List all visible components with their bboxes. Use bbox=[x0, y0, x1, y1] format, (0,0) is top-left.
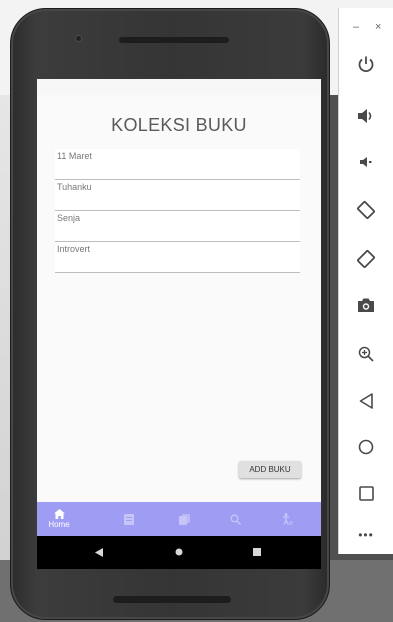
back-icon bbox=[359, 393, 373, 409]
library-icon bbox=[178, 513, 190, 525]
book-title: Tuhanku bbox=[57, 182, 92, 192]
volume-down-icon bbox=[360, 157, 372, 167]
nav-item-search[interactable] bbox=[215, 502, 255, 536]
book-icon bbox=[124, 513, 134, 525]
rotate-left-icon bbox=[357, 201, 375, 219]
rotate-left-button[interactable] bbox=[353, 197, 379, 223]
nav-item-home-label: Home bbox=[48, 520, 70, 529]
back-button[interactable] bbox=[353, 388, 379, 414]
minimize-button[interactable]: – bbox=[353, 22, 359, 33]
overview-icon bbox=[358, 485, 374, 501]
bottom-navigation: Home bbox=[37, 502, 321, 536]
nav-item-library[interactable] bbox=[164, 502, 204, 536]
home-dot-icon[interactable] bbox=[175, 548, 183, 556]
overview-button[interactable] bbox=[353, 480, 379, 506]
nav-item-home[interactable]: Home bbox=[39, 502, 79, 536]
phone-device-frame: KOLEKSI BUKU 11 Maret Tuhanku Senja Intr… bbox=[10, 8, 330, 620]
screenshot-button[interactable] bbox=[353, 292, 379, 318]
camera-icon bbox=[358, 298, 374, 312]
search-icon bbox=[230, 514, 241, 525]
book-list-item[interactable]: Tuhanku bbox=[55, 180, 300, 211]
accessibility-icon bbox=[283, 513, 293, 525]
front-camera bbox=[75, 35, 82, 42]
book-title: Introvert bbox=[57, 244, 91, 254]
zoom-icon bbox=[358, 346, 374, 362]
rotate-right-button[interactable] bbox=[353, 246, 379, 272]
nav-item-books[interactable] bbox=[109, 502, 149, 536]
home-icon bbox=[53, 509, 65, 519]
book-list-item[interactable]: Introvert bbox=[55, 242, 300, 273]
volume-up-button[interactable] bbox=[353, 103, 379, 129]
book-list: 11 Maret Tuhanku Senja Introvert bbox=[55, 149, 300, 273]
book-title: 11 Maret bbox=[57, 151, 92, 161]
recents-square-icon[interactable] bbox=[253, 548, 261, 556]
more-button[interactable]: ••• bbox=[353, 522, 379, 548]
rotate-right-icon bbox=[357, 250, 375, 268]
close-button[interactable]: × bbox=[375, 22, 381, 33]
back-triangle-icon[interactable] bbox=[95, 548, 103, 557]
volume-down-button[interactable] bbox=[353, 149, 379, 175]
bottom-speaker bbox=[113, 596, 231, 603]
home-button[interactable] bbox=[353, 434, 379, 460]
add-book-button[interactable]: ADD BUKU bbox=[239, 461, 301, 478]
status-bar bbox=[37, 79, 321, 95]
home-circle-icon bbox=[358, 439, 374, 455]
power-button[interactable] bbox=[353, 51, 379, 77]
phone-screen: KOLEKSI BUKU 11 Maret Tuhanku Senja Intr… bbox=[37, 79, 321, 569]
emulator-control-panel: – × ••• bbox=[338, 8, 393, 554]
volume-up-icon bbox=[358, 109, 372, 123]
book-list-item[interactable]: 11 Maret bbox=[55, 149, 300, 180]
page-title: KOLEKSI BUKU bbox=[111, 115, 247, 135]
book-list-item[interactable]: Senja bbox=[55, 211, 300, 242]
earpiece-speaker bbox=[119, 37, 229, 43]
more-icon: ••• bbox=[358, 528, 374, 542]
zoom-button[interactable] bbox=[353, 341, 379, 367]
book-title: Senja bbox=[57, 213, 81, 223]
power-icon bbox=[358, 56, 374, 73]
system-navigation-bar bbox=[37, 536, 321, 569]
nav-item-accessibility[interactable] bbox=[267, 502, 307, 536]
